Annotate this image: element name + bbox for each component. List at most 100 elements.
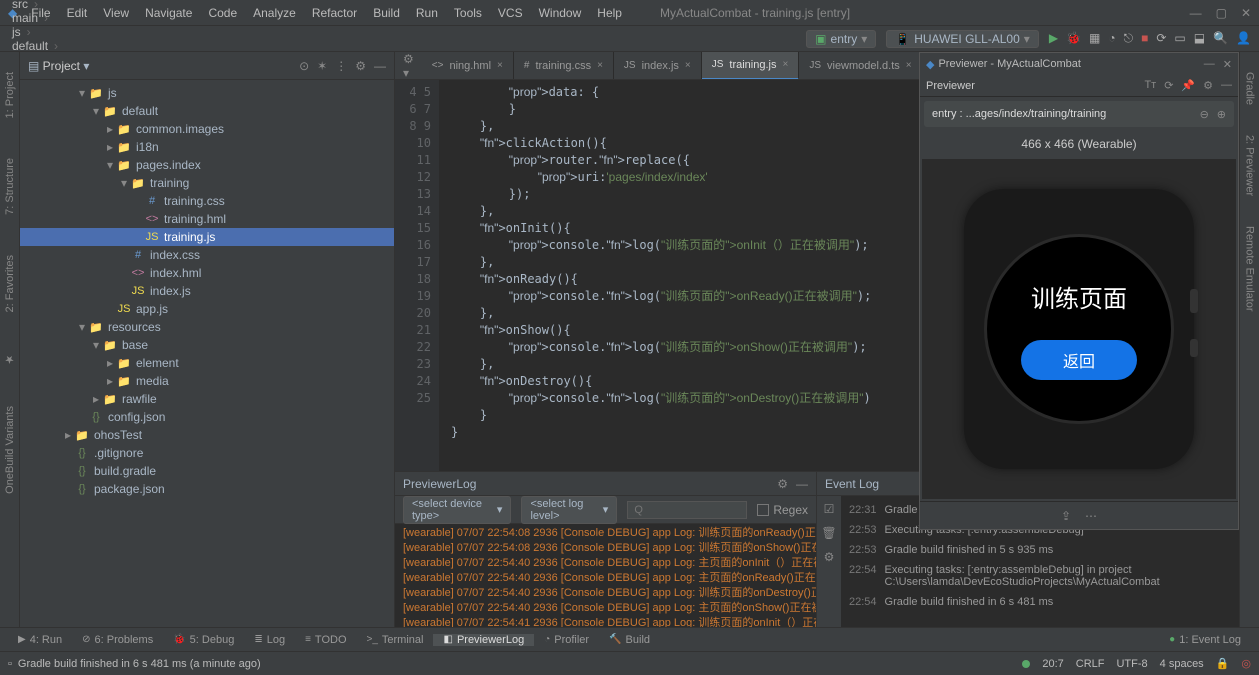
tree-node[interactable]: <>training.hml — [20, 210, 394, 228]
avd-icon[interactable]: ▭ — [1174, 31, 1185, 46]
tree-node[interactable]: ▸📁common.images — [20, 120, 394, 138]
bottom-tab[interactable]: ≣Log — [244, 634, 295, 646]
device-combo[interactable]: 📱HUAWEI GLL-AL00▾ — [886, 30, 1039, 48]
tree-node[interactable]: {}package.json — [20, 480, 394, 498]
run-icon[interactable]: ▶ — [1049, 31, 1058, 46]
log-line[interactable]: [wearable] 07/07 22:54:08 2936 [Console … — [403, 541, 808, 556]
log-level-filter[interactable]: <select log level> ▾ — [521, 496, 617, 524]
bottom-tab[interactable]: 🐞5: Debug — [163, 634, 244, 646]
tree-node[interactable]: ▾📁base — [20, 336, 394, 354]
hide-icon[interactable]: — — [374, 59, 386, 73]
minimize-button[interactable]: — — [1190, 6, 1202, 20]
readonly-icon[interactable]: 🔒 — [1216, 657, 1230, 670]
breadcrumb-item[interactable]: js› — [8, 25, 119, 39]
menu-navigate[interactable]: Navigate — [137, 6, 200, 20]
left-tab[interactable]: OneBuild Variants — [4, 406, 16, 494]
tree-node[interactable]: #training.css — [20, 192, 394, 210]
menu-run[interactable]: Run — [408, 6, 446, 20]
collapse-icon[interactable]: ⋮ — [335, 59, 347, 73]
bottom-tab[interactable]: ≡TODO — [295, 634, 356, 646]
trash-icon[interactable]: 🗑 — [821, 526, 836, 540]
bottom-tab[interactable]: ◧PreviewerLog — [433, 634, 534, 646]
watch-back-button[interactable]: 返回 — [1021, 340, 1137, 380]
regex-checkbox[interactable] — [757, 504, 769, 516]
event-log-entry[interactable]: 22:53Gradle build finished in 5 s 935 ms — [849, 540, 1231, 560]
close-tab-icon[interactable]: × — [497, 60, 503, 71]
tree-node[interactable]: JSindex.js — [20, 282, 394, 300]
bottom-tab[interactable]: ▶4: Run — [8, 634, 72, 646]
settings-icon[interactable]: ⚙ — [355, 59, 366, 73]
indent-setting[interactable]: 4 spaces — [1160, 658, 1204, 670]
tree-node[interactable]: ▸📁rawfile — [20, 390, 394, 408]
gear-icon[interactable]: ⚙ — [1203, 79, 1213, 92]
left-tab[interactable]: 7: Structure — [4, 158, 16, 215]
sdk-icon[interactable]: ⬓ — [1194, 31, 1205, 46]
bottom-tab[interactable]: 🔨Build — [599, 634, 660, 646]
search-icon[interactable]: 🔍 — [1213, 31, 1228, 46]
check-icon[interactable]: ☑ — [824, 502, 835, 516]
stop-icon[interactable]: ■ — [1141, 31, 1148, 46]
log-line[interactable]: [wearable] 07/07 22:54:40 2936 [Console … — [403, 571, 808, 586]
zoom-out-icon[interactable]: ⊖ — [1200, 108, 1209, 121]
tree-node[interactable]: ▾📁default — [20, 102, 394, 120]
min-icon[interactable]: — — [1204, 58, 1215, 71]
zoom-in-icon[interactable]: ⊕ — [1217, 108, 1226, 121]
profile-icon[interactable]: ◔ — [1108, 31, 1115, 46]
text-icon[interactable]: Tᴛ — [1144, 79, 1156, 92]
right-tab[interactable]: Remote Emulator — [1244, 226, 1256, 312]
bottom-tab[interactable]: >_Terminal — [357, 634, 434, 646]
previewer-entry-selector[interactable]: entry : ...ages/index/training/training … — [924, 101, 1234, 127]
tree-node[interactable]: ▸📁i18n — [20, 138, 394, 156]
breadcrumb-item[interactable]: default› — [8, 39, 119, 53]
close-tab-icon[interactable]: × — [685, 60, 691, 71]
menu-help[interactable]: Help — [589, 6, 630, 20]
left-tab[interactable]: ★ — [3, 353, 16, 366]
menu-build[interactable]: Build — [365, 6, 408, 20]
menu-tools[interactable]: Tools — [446, 6, 490, 20]
tree-node[interactable]: {}config.json — [20, 408, 394, 426]
tree-node[interactable]: ▾📁js — [20, 84, 394, 102]
expand-icon[interactable]: ✶ — [317, 59, 327, 73]
menu-vcs[interactable]: VCS — [490, 6, 531, 20]
editor-tab[interactable]: #training.css× — [514, 52, 614, 80]
attach-icon[interactable]: ⎋ — [1124, 31, 1134, 46]
tree-node[interactable]: JStraining.js — [20, 228, 394, 246]
project-tree[interactable]: ▾📁js▾📁default▸📁common.images▸📁i18n▾📁page… — [20, 80, 394, 651]
line-separator[interactable]: CRLF — [1076, 658, 1105, 670]
gear-icon[interactable]: ⚙ — [824, 550, 835, 564]
close-tab-icon[interactable]: × — [782, 59, 788, 70]
tree-node[interactable]: JSapp.js — [20, 300, 394, 318]
breadcrumb-item[interactable]: main› — [8, 11, 119, 25]
hide-icon[interactable]: — — [1221, 79, 1232, 92]
tab-settings-icon[interactable]: ⚙ ▾ — [395, 52, 422, 80]
right-tab[interactable]: Gradle — [1244, 72, 1256, 105]
debug-icon[interactable]: 🐞 — [1066, 31, 1081, 46]
caret-position[interactable]: 20:7 — [1042, 658, 1063, 670]
log-line[interactable]: [wearable] 07/07 22:54:40 2936 [Console … — [403, 586, 808, 601]
log-line[interactable]: [wearable] 07/07 22:54:40 2936 [Console … — [403, 556, 808, 571]
editor-tab[interactable]: JSindex.js× — [614, 52, 702, 80]
menu-analyze[interactable]: Analyze — [245, 6, 304, 20]
maximize-button[interactable]: ▢ — [1216, 6, 1227, 20]
sync-icon[interactable]: ⟳ — [1156, 31, 1166, 46]
bottom-tab[interactable]: ⊘6: Problems — [72, 634, 163, 646]
log-line[interactable]: [wearable] 07/07 22:54:08 2936 [Console … — [403, 526, 808, 541]
left-tab[interactable]: 1: Project — [4, 72, 16, 118]
menu-code[interactable]: Code — [200, 6, 245, 20]
log-search-input[interactable] — [627, 501, 747, 519]
event-log-entry[interactable]: 22:54Gradle build finished in 6 s 481 ms — [849, 592, 1231, 612]
run-config-combo[interactable]: ▣entry▾ — [806, 30, 876, 48]
event-log-entry[interactable]: 22:54Executing tasks: [:entry:assembleDe… — [849, 560, 1231, 592]
menu-refactor[interactable]: Refactor — [304, 6, 365, 20]
close-tab-icon[interactable]: × — [597, 60, 603, 71]
right-tab[interactable]: 2: Previewer — [1244, 135, 1256, 196]
bottom-tab[interactable]: ◔Profiler — [534, 634, 599, 646]
tree-node[interactable]: <>index.hml — [20, 264, 394, 282]
bottom-tab-event-log[interactable]: ●1: Event Log — [1159, 634, 1251, 646]
tree-node[interactable]: ▸📁element — [20, 354, 394, 372]
refresh-icon[interactable]: ⟳ — [1164, 79, 1173, 92]
breadcrumb-item[interactable]: src› — [8, 0, 119, 11]
tree-node[interactable]: ▾📁resources — [20, 318, 394, 336]
close-icon[interactable]: ✕ — [1223, 58, 1232, 71]
close-button[interactable]: ✕ — [1241, 6, 1251, 20]
